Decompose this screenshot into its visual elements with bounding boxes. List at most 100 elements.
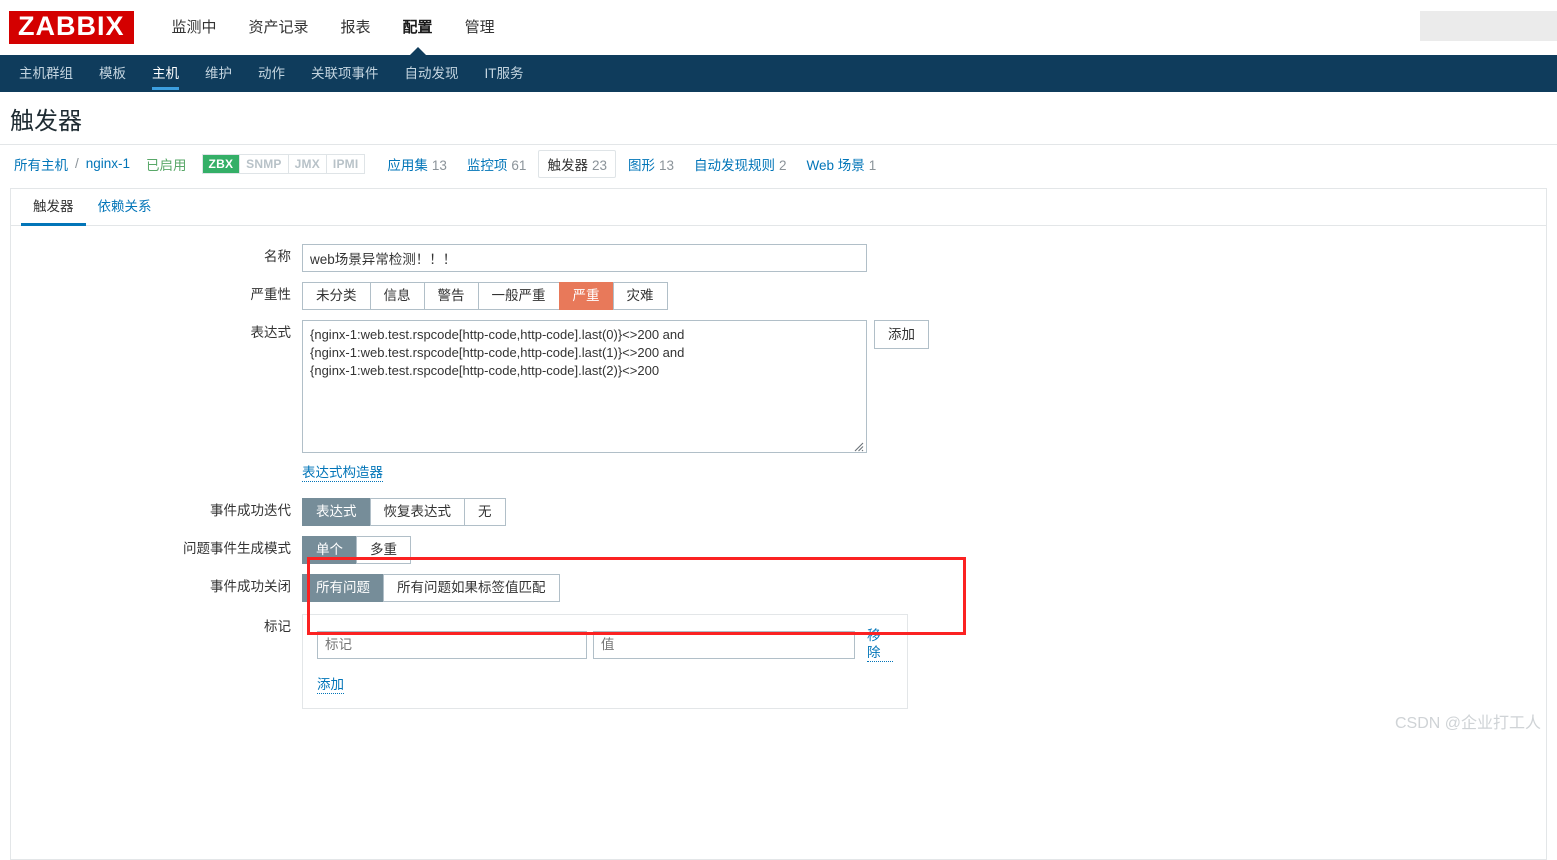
main-menu-item-reports[interactable]: 报表 [325, 0, 387, 55]
sub-navigation: 主机群组 模板 主机 维护 动作 关联项事件 自动发现 IT服务 [0, 55, 1557, 92]
expression-constructor-control: 表达式构造器 [302, 464, 383, 482]
host-link-applications-label: 应用集 [387, 157, 428, 173]
form-row-name: 名称 [11, 244, 1546, 272]
form-row-problem-event-mode: 问题事件生成模式 单个 多重 [11, 536, 1546, 564]
problem-event-mode-button-group: 单个 多重 [302, 536, 411, 564]
event-success-iteration-control: 表达式 恢复表达式 无 [302, 498, 506, 526]
host-entity-links: 应用集 13 监控项 61 触发器 23 图形 13 自动发现规则 2 Web 场景 1 [379, 149, 888, 178]
host-link-discovery-rules-count: 2 [779, 157, 787, 173]
severity-option-warning[interactable]: 警告 [423, 282, 478, 310]
subnav-item-templates[interactable]: 模板 [86, 55, 139, 92]
main-menu-item-monitoring[interactable]: 监测中 [156, 0, 233, 55]
tags-panel: 移除 添加 [302, 614, 908, 709]
form-row-expression: 表达式 添加 [11, 320, 1546, 456]
severity-option-high[interactable]: 严重 [558, 282, 613, 310]
subnav-item-host-groups[interactable]: 主机群组 [6, 55, 86, 92]
host-link-web-scenarios-label: Web 场景 [806, 157, 865, 173]
form-tabs: 触发器 依赖关系 [11, 189, 1546, 226]
trigger-form: 名称 严重性 未分类 信息 警告 一般严重 严重 灾难 表达式 [11, 226, 1546, 709]
subnav-item-maintenance[interactable]: 维护 [192, 55, 245, 92]
interface-badge-zbx: ZBX [202, 154, 241, 173]
host-link-items[interactable]: 监控项 61 [459, 151, 535, 177]
breadcrumb-host-name[interactable]: nginx-1 [86, 156, 130, 171]
interface-badge-ipmi: IPMI [326, 154, 365, 173]
page-title: 触发器 [10, 107, 82, 135]
tag-name-input[interactable] [317, 630, 587, 659]
interface-badge-snmp: SNMP [240, 154, 289, 173]
form-row-severity: 严重性 未分类 信息 警告 一般严重 严重 灾难 [11, 282, 1546, 310]
tag-add-wrap: 添加 [317, 676, 893, 694]
main-menu: 监测中 资产记录 报表 配置 管理 [156, 0, 511, 55]
event-success-close-option-all-problems-tag-match[interactable]: 所有问题如果标签值匹配 [383, 574, 560, 602]
tag-row: 移除 [317, 627, 893, 662]
name-label: 名称 [264, 249, 291, 264]
event-success-iteration-button-group: 表达式 恢复表达式 无 [302, 498, 506, 526]
host-link-discovery-rules[interactable]: 自动发现规则 2 [686, 151, 795, 177]
event-success-iteration-option-expression[interactable]: 表达式 [302, 498, 370, 526]
global-search-input[interactable] [1420, 11, 1557, 41]
event-success-close-label: 事件成功关闭 [210, 579, 291, 594]
host-link-applications[interactable]: 应用集 13 [379, 151, 455, 177]
problem-event-mode-option-multiple[interactable]: 多重 [356, 536, 411, 564]
severity-control: 未分类 信息 警告 一般严重 严重 灾难 [302, 282, 668, 310]
event-success-iteration-option-recovery-expression[interactable]: 恢复表达式 [369, 498, 464, 526]
subnav-item-discovery[interactable]: 自动发现 [392, 55, 472, 92]
host-link-triggers-label: 触发器 [547, 157, 588, 173]
event-success-close-control: 所有问题 所有问题如果标签值匹配 [302, 574, 560, 602]
main-menu-item-configuration[interactable]: 配置 [387, 0, 449, 55]
form-row-event-success-close: 事件成功关闭 所有问题 所有问题如果标签值匹配 [11, 574, 1546, 602]
name-input[interactable] [302, 244, 867, 272]
event-success-close-button-group: 所有问题 所有问题如果标签值匹配 [302, 574, 560, 602]
expression-label: 表达式 [250, 325, 292, 340]
add-expression-button[interactable]: 添加 [874, 320, 929, 349]
event-success-iteration-label: 事件成功迭代 [210, 503, 291, 518]
app-header: ZABBIX 监测中 资产记录 报表 配置 管理 [0, 0, 1557, 55]
tags-control: 移除 添加 [302, 614, 908, 709]
host-link-graphs-label: 图形 [627, 157, 655, 173]
severity-option-average[interactable]: 一般严重 [477, 282, 559, 310]
host-link-triggers[interactable]: 触发器 23 [538, 149, 616, 178]
page-title-bar: 触发器 [0, 92, 1557, 144]
name-control [302, 244, 867, 272]
problem-event-mode-option-single[interactable]: 单个 [302, 536, 356, 564]
interface-badge-jmx: JMX [288, 154, 327, 173]
event-success-close-option-all-problems[interactable]: 所有问题 [302, 574, 383, 602]
severity-option-disaster[interactable]: 灾难 [612, 282, 668, 310]
host-link-discovery-rules-label: 自动发现规则 [694, 157, 776, 173]
subnav-item-correlation-events[interactable]: 关联项事件 [298, 55, 392, 92]
tags-label: 标记 [264, 619, 291, 634]
main-menu-item-administration[interactable]: 管理 [449, 0, 511, 55]
tag-add-link[interactable]: 添加 [317, 676, 344, 694]
expression-control: 添加 [302, 320, 929, 456]
problem-event-mode-control: 单个 多重 [302, 536, 411, 564]
tag-value-input[interactable] [592, 630, 855, 659]
zabbix-logo[interactable]: ZABBIX [9, 11, 134, 44]
host-interfaces: ZBX SNMP JMX IPMI [201, 153, 366, 174]
tab-trigger[interactable]: 触发器 [21, 189, 86, 226]
tab-dependencies[interactable]: 依赖关系 [86, 189, 164, 225]
host-status-badge[interactable]: 已启用 [146, 154, 187, 174]
host-link-web-scenarios-count: 1 [868, 157, 877, 173]
main-menu-item-inventory[interactable]: 资产记录 [233, 0, 325, 55]
expression-constructor-link[interactable]: 表达式构造器 [302, 464, 383, 482]
severity-option-information[interactable]: 信息 [369, 282, 424, 310]
host-link-graphs[interactable]: 图形 13 [620, 151, 682, 177]
event-success-iteration-option-none[interactable]: 无 [464, 498, 506, 526]
severity-button-group: 未分类 信息 警告 一般严重 严重 灾难 [302, 282, 668, 310]
breadcrumb: 所有主机 / nginx-1 已启用 ZBX SNMP JMX IPMI 应用集… [0, 144, 1557, 182]
subnav-item-actions[interactable]: 动作 [245, 55, 298, 92]
host-link-items-count: 61 [511, 157, 527, 173]
tag-remove-link[interactable]: 移除 [866, 627, 893, 662]
subnav-item-it-services[interactable]: IT服务 [472, 55, 537, 92]
breadcrumb-all-hosts[interactable]: 所有主机 [14, 154, 68, 174]
form-row-expression-constructor: 表达式构造器 [11, 464, 1546, 482]
expression-textarea[interactable] [302, 320, 867, 453]
content-panel: 触发器 依赖关系 名称 严重性 未分类 信息 警告 一般严重 严重 灾难 [10, 188, 1547, 860]
host-link-items-label: 监控项 [466, 157, 508, 173]
host-link-web-scenarios[interactable]: Web 场景 1 [799, 151, 885, 177]
severity-label: 严重性 [250, 287, 292, 302]
subnav-item-hosts[interactable]: 主机 [139, 55, 192, 92]
expression-textarea-wrap [302, 320, 867, 456]
severity-option-not-classified[interactable]: 未分类 [302, 282, 370, 310]
host-link-graphs-count: 13 [658, 157, 675, 173]
